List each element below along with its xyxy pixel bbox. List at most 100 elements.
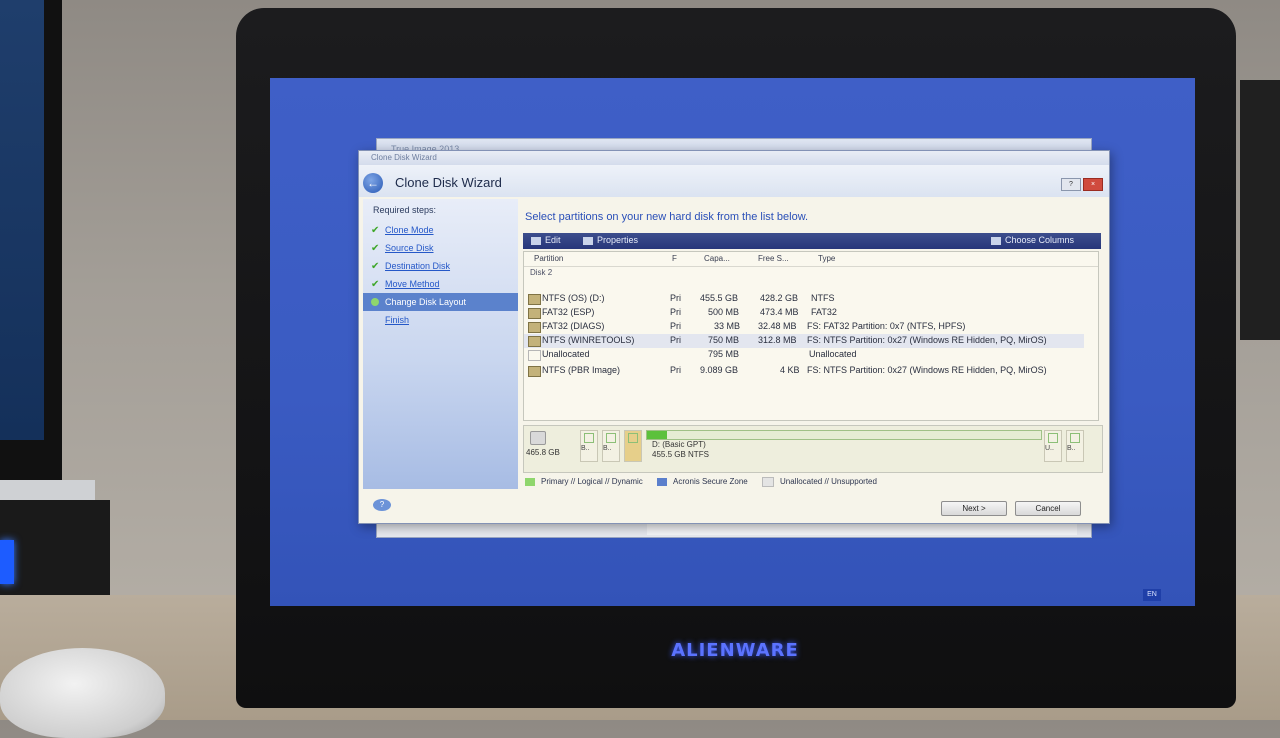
partition-icon [528, 366, 541, 377]
steps-pane: Required steps: ✔ Clone Mode ✔ Source Disk… [363, 199, 518, 489]
partition-icon [1048, 433, 1058, 443]
partition-type: Unallocated [809, 349, 857, 359]
partition-icon [628, 433, 638, 443]
step-label: Destination Disk [385, 261, 451, 271]
column-free-space[interactable]: Free S... [758, 254, 789, 263]
wizard-caption: Clone Disk Wizard [371, 153, 437, 162]
partition-capacity: 455.5 GB [700, 293, 739, 303]
legend-swatch-secure-zone [657, 478, 668, 486]
column-flags[interactable]: F [672, 254, 677, 263]
table-row[interactable]: FAT32 (ESP) Pri 500 MB 473.4 MB FAT32 [524, 306, 1084, 320]
disk-map-label: U.. [1045, 445, 1054, 452]
step-finish[interactable]: Finish [363, 311, 518, 329]
columns-icon [991, 236, 1001, 245]
pencil-icon [531, 236, 541, 245]
used-space-fill [647, 431, 667, 439]
disk-map-partition[interactable]: U.. [1044, 430, 1062, 462]
legend-unallocated: Unallocated // Unsupported [779, 477, 877, 487]
step-destination-disk[interactable]: ✔ Destination Disk [363, 257, 518, 275]
disk-map-partition[interactable]: B.. [602, 430, 620, 462]
disk-map-partition-selected[interactable] [624, 430, 642, 462]
legend-swatch-unallocated [761, 477, 774, 487]
partition-type: NTFS [811, 293, 835, 303]
partition-flag: Pri [670, 307, 681, 317]
properties-icon [583, 236, 593, 245]
column-type[interactable]: Type [818, 254, 835, 263]
partition-flag: Pri [670, 365, 681, 375]
partition-icon [528, 336, 541, 347]
current-step-icon [371, 298, 379, 306]
partition-type: FS: NTFS Partition: 0x27 (Windows RE Hid… [807, 365, 1047, 375]
back-arrow-icon[interactable]: ← [363, 173, 383, 193]
close-icon[interactable]: × [1083, 178, 1103, 191]
next-button[interactable]: Next > [941, 501, 1007, 516]
legend-swatch-primary [525, 478, 535, 486]
partition-name: NTFS (WINRETOOLS) [542, 335, 635, 345]
left-monitor-screen [0, 0, 44, 440]
hard-disk-icon [530, 431, 546, 445]
choose-columns-button[interactable]: Choose Columns [991, 235, 1074, 245]
properties-label: Properties [597, 235, 639, 245]
partition-capacity: 795 MB [708, 349, 740, 359]
table-row[interactable]: FAT32 (DIAGS) Pri 33 MB 32.48 MB FS: FAT… [524, 320, 1084, 334]
partition-capacity: 750 MB [708, 335, 740, 345]
table-row[interactable]: NTFS (PBR Image) Pri 9.089 GB 4 KB FS: N… [524, 364, 1084, 378]
steps-heading: Required steps: [373, 205, 437, 215]
brand-logo: ALIENWARE [671, 640, 799, 661]
column-capacity[interactable]: Capa... [704, 254, 730, 263]
disk-map-partition[interactable]: B.. [1066, 430, 1084, 462]
power-led [0, 540, 14, 584]
checkmark-icon: ✔ [371, 225, 380, 236]
step-clone-mode[interactable]: ✔ Clone Mode [363, 221, 518, 239]
help-bubble-icon[interactable]: ? [373, 499, 391, 511]
partition-flag: Pri [670, 293, 681, 303]
partition-flag: Pri [670, 321, 681, 331]
step-label: Change Disk Layout [385, 297, 467, 307]
partition-free: 428.2 GB [760, 293, 799, 303]
table-row-selected[interactable]: NTFS (WINRETOOLS) Pri 750 MB 312.8 MB FS… [524, 334, 1084, 348]
instruction-text: Select partitions on your new hard disk … [525, 211, 809, 223]
column-partition[interactable]: Partition [534, 254, 563, 263]
disk-map-label: B.. [603, 445, 612, 452]
table-row[interactable]: NTFS (OS) (D:) Pri 455.5 GB 428.2 GB NTF… [524, 292, 1084, 306]
partition-name: FAT32 (ESP) [542, 307, 595, 317]
clone-disk-wizard: Clone Disk Wizard ← Clone Disk Wizard ? ×… [358, 150, 1110, 524]
legend-secure-zone: Acronis Secure Zone [673, 477, 748, 487]
step-source-disk[interactable]: ✔ Source Disk [363, 239, 518, 257]
partition-type: FS: NTFS Partition: 0x27 (Windows RE Hid… [807, 335, 1047, 345]
edit-button[interactable]: Edit [531, 235, 561, 245]
legend-primary: Primary // Logical // Dynamic [541, 477, 643, 487]
partition-icon [528, 294, 541, 305]
help-icon[interactable]: ? [1061, 178, 1081, 191]
wizard-caption-bar[interactable]: Clone Disk Wizard [359, 151, 1109, 165]
unallocated-icon [528, 350, 541, 361]
used-space-bar [646, 430, 1042, 440]
partition-name: NTFS (PBR Image) [542, 365, 621, 375]
properties-button[interactable]: Properties [583, 235, 638, 245]
partition-capacity: 33 MB [714, 321, 741, 331]
step-change-disk-layout[interactable]: Change Disk Layout [363, 293, 518, 311]
disk-map-main-partition[interactable]: D: (Basic GPT) 455.5 GB NTFS [646, 430, 1042, 466]
partition-icon [528, 322, 541, 333]
table-row[interactable]: Unallocated 795 MB Unallocated [524, 348, 1084, 362]
step-move-method[interactable]: ✔ Move Method [363, 275, 518, 293]
cancel-button[interactable]: Cancel [1015, 501, 1081, 516]
partition-table: Partition F Capa... Free S... Type Disk … [523, 251, 1099, 421]
choose-columns-label: Choose Columns [1005, 235, 1075, 245]
step-label: Source Disk [385, 243, 434, 253]
partition-capacity: 9.089 GB [700, 365, 739, 375]
partition-free: 312.8 MB [758, 335, 797, 345]
partition-name: Unallocated [542, 349, 590, 359]
desktop-tower [0, 500, 110, 600]
table-header: Partition F Capa... Free S... Type [524, 252, 1098, 267]
language-indicator[interactable]: EN [1143, 589, 1161, 601]
main-partition-line2: 455.5 GB NTFS [652, 450, 709, 459]
disk-map-partition[interactable]: B.. [580, 430, 598, 462]
partition-flag: Pri [670, 335, 681, 345]
partition-free: 473.4 MB [760, 307, 799, 317]
partition-icon [606, 433, 616, 443]
partition-free: 4 KB [780, 365, 800, 375]
partition-icon [584, 433, 594, 443]
checkmark-icon: ✔ [371, 261, 380, 272]
right-device [1240, 80, 1280, 340]
